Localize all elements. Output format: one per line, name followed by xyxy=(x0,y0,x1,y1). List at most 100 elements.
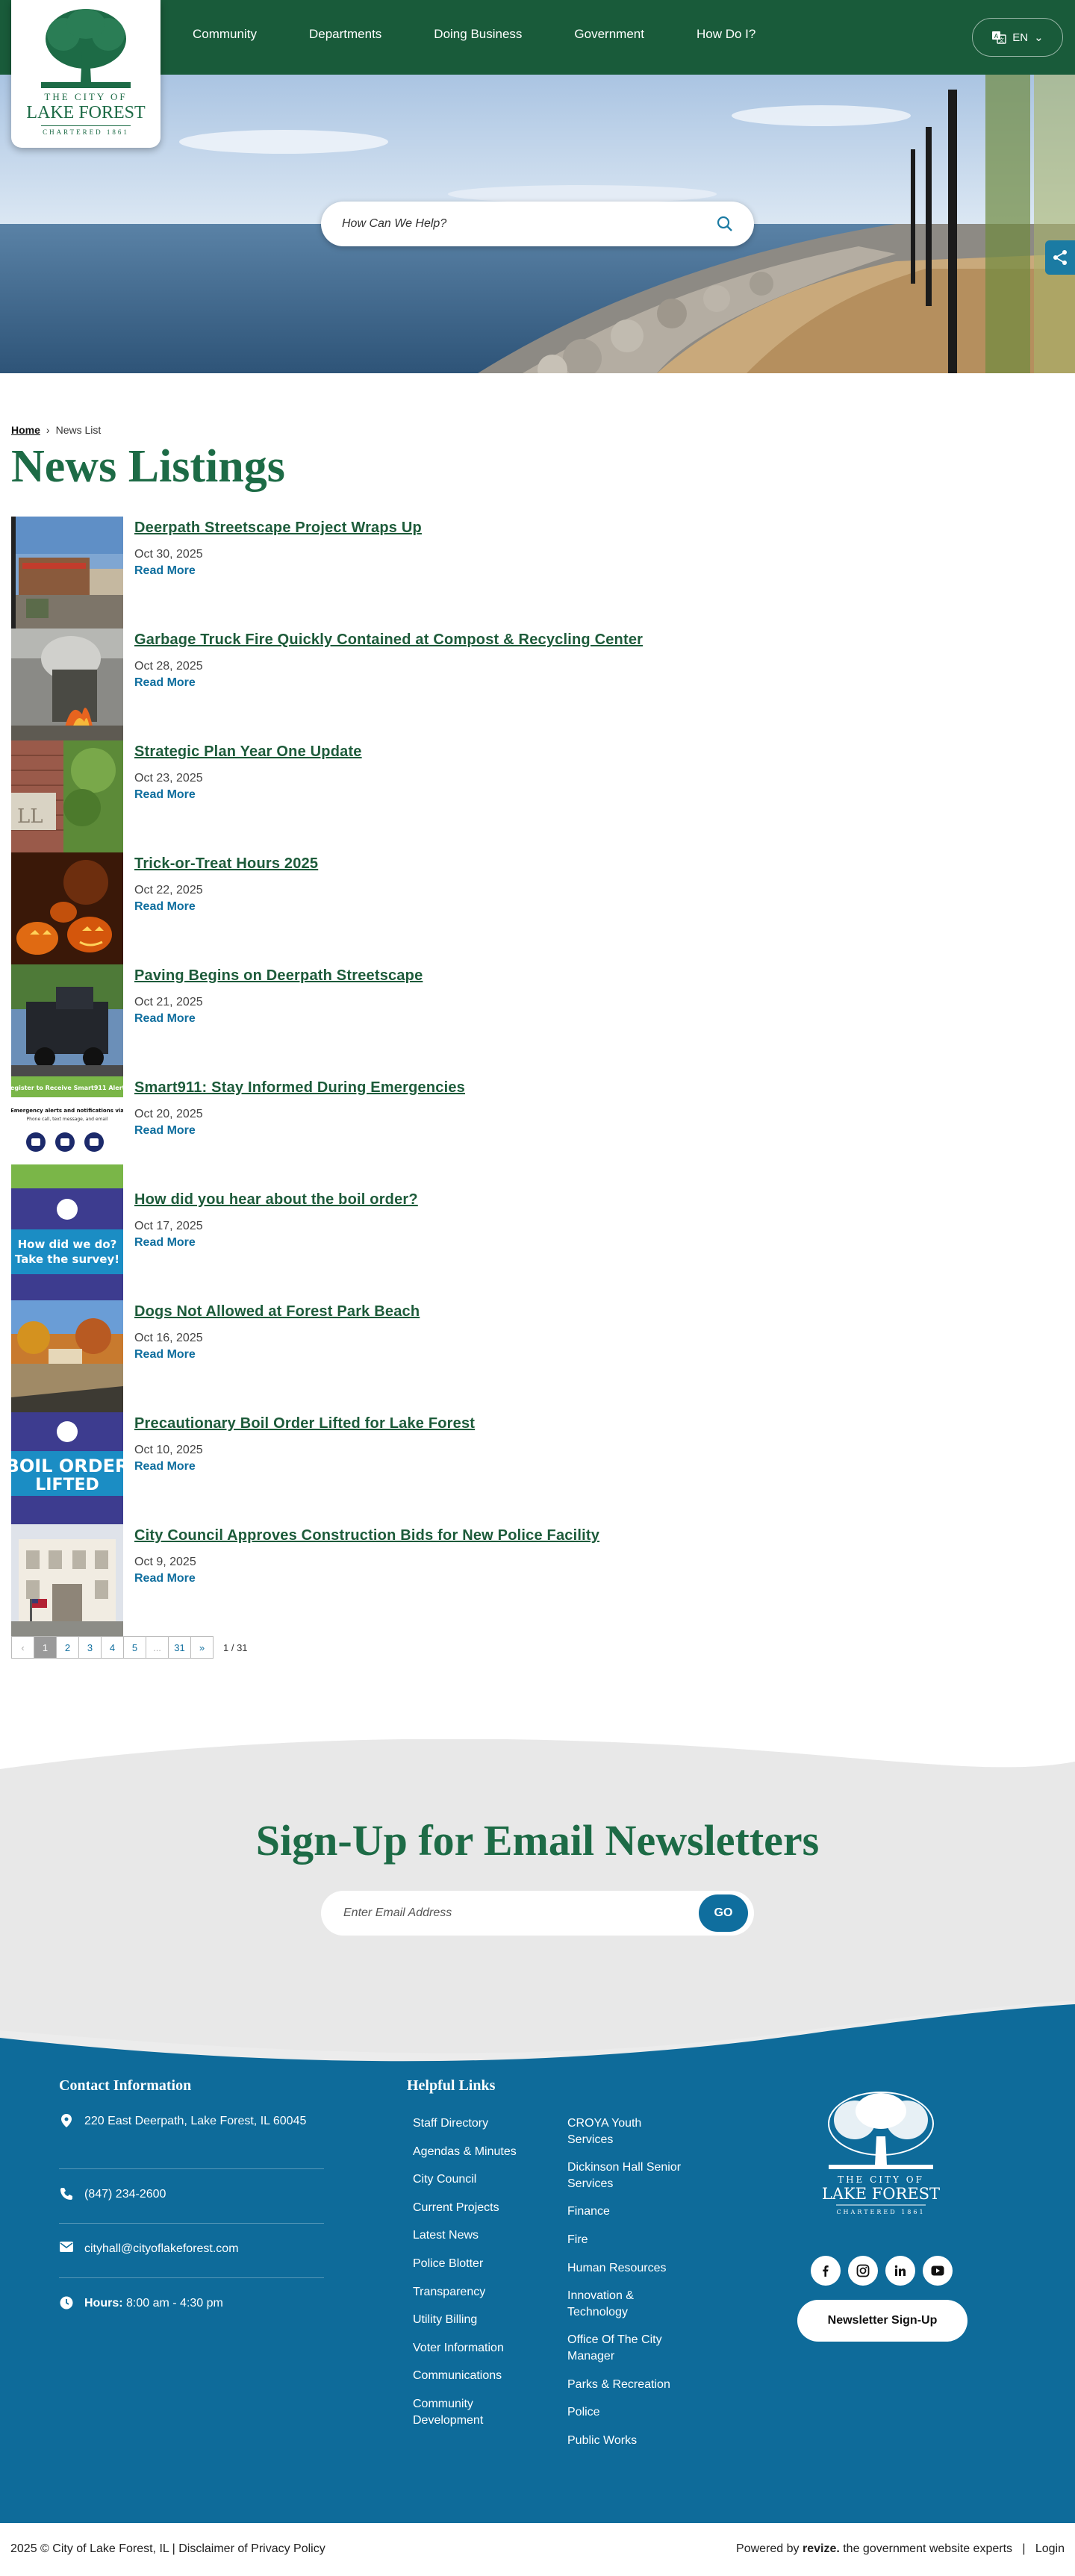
nav-departments[interactable]: Departments xyxy=(309,27,381,42)
news-thumbnail-halloween[interactable] xyxy=(11,852,123,964)
footer-link[interactable]: Transparency xyxy=(413,2284,543,2301)
read-more-link[interactable]: Read More xyxy=(134,1236,196,1250)
footer-link[interactable]: Utility Billing xyxy=(413,2312,543,2328)
search-input[interactable] xyxy=(342,217,717,231)
city-logo[interactable]: THE CITY OF LAKE FOREST CHARTERED 1861 xyxy=(11,0,161,148)
instagram-icon[interactable] xyxy=(848,2256,878,2286)
news-title-link[interactable]: Smart911: Stay Informed During Emergenci… xyxy=(134,1079,465,1097)
footer-link[interactable]: Office Of The City Manager xyxy=(567,2332,687,2364)
pagination-next[interactable]: » xyxy=(190,1636,214,1659)
footer-link[interactable]: Communications xyxy=(413,2368,543,2384)
news-date: Oct 16, 2025 xyxy=(134,1332,203,1344)
pagination-page-1[interactable]: 1 xyxy=(34,1636,57,1659)
footer-link[interactable]: Human Resources xyxy=(567,2260,709,2277)
share-icon xyxy=(1053,250,1067,265)
contact-email[interactable]: cityhall@cityoflakeforest.com xyxy=(59,2240,324,2258)
news-thumbnail-beach[interactable] xyxy=(11,1300,123,1412)
news-thumbnail-streetscape[interactable] xyxy=(11,517,123,629)
news-title-link[interactable]: Strategic Plan Year One Update xyxy=(134,743,362,761)
footer-link[interactable]: Police xyxy=(567,2404,709,2421)
news-title-link[interactable]: Deerpath Streetscape Project Wraps Up xyxy=(134,520,422,537)
news-title-link[interactable]: Trick-or-Treat Hours 2025 xyxy=(134,855,318,873)
copyright-text[interactable]: 2025 © City of Lake Forest, IL | Disclai… xyxy=(10,2542,325,2556)
footer-link[interactable]: Voter Information xyxy=(413,2340,543,2357)
footer-link[interactable]: Latest News xyxy=(413,2227,543,2244)
news-thumbnail-fire[interactable] xyxy=(11,629,123,740)
contact-divider xyxy=(59,2223,324,2224)
nav-doing-business[interactable]: Doing Business xyxy=(434,27,522,42)
revize-brand[interactable]: revize. xyxy=(803,2542,840,2555)
breadcrumb-separator: › xyxy=(46,424,50,436)
news-date: Oct 10, 2025 xyxy=(134,1444,203,1456)
page-title: News Listings xyxy=(11,441,285,492)
footer-link[interactable]: Innovation & Technology xyxy=(567,2288,657,2320)
read-more-link[interactable]: Read More xyxy=(134,676,196,690)
email-field[interactable] xyxy=(343,1906,699,1920)
nav-government[interactable]: Government xyxy=(574,27,644,42)
news-thumbnail-paving[interactable] xyxy=(11,964,123,1076)
svg-text:LL: LL xyxy=(17,805,43,828)
youtube-icon[interactable] xyxy=(923,2256,953,2286)
footer-link[interactable]: Fire xyxy=(567,2232,709,2248)
read-more-link[interactable]: Read More xyxy=(134,1572,196,1585)
newsletter-go-button[interactable]: GO xyxy=(699,1894,748,1932)
newsletter-signup-button[interactable]: Newsletter Sign-Up xyxy=(797,2300,968,2342)
news-thumbnail-survey[interactable]: How did we do? Take the survey! xyxy=(11,1188,123,1300)
search-icon[interactable] xyxy=(717,216,733,232)
site-search[interactable] xyxy=(321,202,754,246)
read-more-link[interactable]: Read More xyxy=(134,1348,196,1362)
news-item: Garbage Truck Fire Quickly Contained at … xyxy=(11,629,758,740)
contact-phone[interactable]: (847) 234-2600 xyxy=(59,2186,324,2204)
pagination-prev[interactable]: ‹ xyxy=(11,1636,34,1659)
read-more-link[interactable]: Read More xyxy=(134,564,196,578)
contact-divider xyxy=(59,2277,324,2278)
facebook-icon[interactable] xyxy=(811,2256,841,2286)
share-button[interactable] xyxy=(1045,240,1075,275)
footer-link[interactable]: Agendas & Minutes xyxy=(413,2144,543,2160)
pagination-page-3[interactable]: 3 xyxy=(78,1636,102,1659)
footer-link[interactable]: CROYA Youth Services xyxy=(567,2115,664,2148)
news-thumbnail-strategic-plan[interactable]: LL xyxy=(11,740,123,852)
news-title-link[interactable]: Garbage Truck Fire Quickly Contained at … xyxy=(134,631,643,649)
pagination-page-2[interactable]: 2 xyxy=(56,1636,79,1659)
footer-link[interactable]: Police Blotter xyxy=(413,2256,543,2272)
footer-link[interactable]: Current Projects xyxy=(413,2200,543,2216)
news-title-link[interactable]: How did you hear about the boil order? xyxy=(134,1191,418,1209)
news-title-link[interactable]: Dogs Not Allowed at Forest Park Beach xyxy=(134,1303,420,1320)
nav-how-do-i[interactable]: How Do I? xyxy=(697,27,755,42)
pagination-page-31[interactable]: 31 xyxy=(168,1636,191,1659)
breadcrumb-home[interactable]: Home xyxy=(11,424,40,436)
read-more-link[interactable]: Read More xyxy=(134,788,196,802)
contact-divider xyxy=(59,2168,324,2169)
pagination-page-5[interactable]: 5 xyxy=(123,1636,146,1659)
news-title-link[interactable]: Precautionary Boil Order Lifted for Lake… xyxy=(134,1415,475,1432)
nav-community[interactable]: Community xyxy=(193,27,257,42)
footer-link[interactable]: Public Works xyxy=(567,2433,709,2449)
news-thumbnail-boil-order[interactable]: BOIL ORDER LIFTED xyxy=(11,1412,123,1524)
footer-link[interactable]: Community Development xyxy=(413,2396,510,2428)
footer-link[interactable]: Staff Directory xyxy=(413,2115,543,2132)
language-selector[interactable]: A文 EN ⌄ xyxy=(972,18,1063,57)
pagination-page-4[interactable]: 4 xyxy=(101,1636,124,1659)
news-title-link[interactable]: City Council Approves Construction Bids … xyxy=(134,1527,599,1544)
news-thumbnail-smart911[interactable]: Register to Receive Smart911 Alerts Emerg… xyxy=(11,1076,123,1188)
read-more-link[interactable]: Read More xyxy=(134,1460,196,1473)
footer-link[interactable]: City Council xyxy=(413,2171,543,2188)
footer-logo[interactable]: THE CITY OF LAKE FOREST CHARTERED 1861 xyxy=(821,2090,941,2224)
footer-link[interactable]: Parks & Recreation xyxy=(567,2377,709,2393)
footer-link[interactable]: Dickinson Hall Senior Services xyxy=(567,2159,709,2192)
read-more-link[interactable]: Read More xyxy=(134,1012,196,1026)
read-more-link[interactable]: Read More xyxy=(134,900,196,914)
linkedin-icon[interactable] xyxy=(885,2256,915,2286)
news-date: Oct 22, 2025 xyxy=(134,884,203,896)
tree-logo-icon: THE CITY OF LAKE FOREST CHARTERED 1861 xyxy=(822,2092,940,2215)
news-date: Oct 17, 2025 xyxy=(134,1220,203,1232)
read-more-link[interactable]: Read More xyxy=(134,1124,196,1138)
logo-divider xyxy=(41,125,131,126)
powered-suffix[interactable]: the government website experts | Login xyxy=(840,2542,1065,2555)
powered-prefix: Powered by xyxy=(736,2542,803,2555)
news-date: Oct 28, 2025 xyxy=(134,660,203,673)
news-thumbnail-police-facility[interactable] xyxy=(11,1524,123,1636)
news-title-link[interactable]: Paving Begins on Deerpath Streetscape xyxy=(134,967,423,985)
footer-link[interactable]: Finance xyxy=(567,2204,709,2220)
